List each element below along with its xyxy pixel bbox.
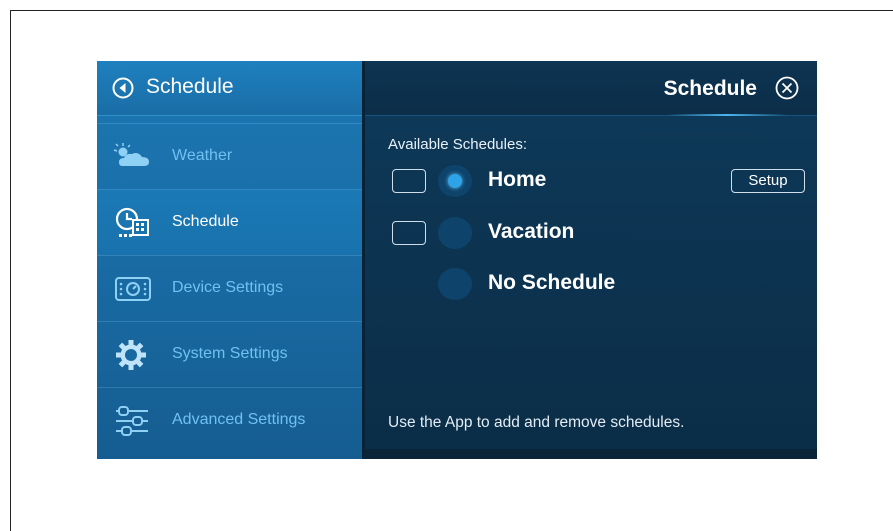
sidebar-header: Schedule [97,61,363,116]
header-glow [667,114,787,116]
bottom-bar [365,449,817,459]
schedule-name: Vacation [488,220,575,243]
sidebar-item-label: System Settings [172,345,288,362]
sidebar-item-system-settings[interactable]: System Settings [97,321,363,387]
device-icon [115,277,151,301]
main-header: Schedule [365,61,817,116]
sidebar-item-weather[interactable]: Weather [97,123,363,189]
close-icon[interactable] [775,76,799,100]
sidebar-item-schedule[interactable]: Schedule [97,189,363,255]
sidebar-item-advanced-settings[interactable]: Advanced Settings [97,387,363,453]
thermostat-screen: Schedule Weather Schedule Device Setting… [97,61,817,459]
page-title: Schedule [663,77,757,100]
sliders-icon [116,406,148,436]
sidebar-item-device-settings[interactable]: Device Settings [97,255,363,321]
sidebar-item-label: Advanced Settings [172,411,306,428]
schedule-name: No Schedule [488,271,616,294]
schedule-clock-icon [115,207,149,237]
setup-button[interactable]: Setup [731,169,805,193]
schedule-radio[interactable] [438,217,472,249]
schedule-radio-selected[interactable] [438,165,472,197]
main-panel: Schedule Available Schedules: Home Setup… [365,61,817,459]
schedule-row-vacation[interactable]: Vacation [392,217,797,249]
sidebar-item-label: Weather [172,147,233,164]
available-schedules-label: Available Schedules: [388,136,527,153]
footer-note: Use the App to add and remove schedules. [388,414,685,431]
sidebar-item-label: Device Settings [172,279,284,296]
schedule-checkbox[interactable] [392,169,426,193]
back-arrow-icon[interactable] [112,77,134,99]
cloud-icon [113,143,149,166]
schedule-row-home[interactable]: Home Setup [392,165,805,197]
sidebar-title: Schedule [146,75,234,98]
sidebar: Schedule Weather Schedule Device Setting… [97,61,363,459]
gear-icon [116,340,146,370]
schedule-name: Home [488,168,547,191]
sidebar-item-label: Schedule [172,213,239,230]
schedule-checkbox[interactable] [392,221,426,245]
schedule-radio[interactable] [438,268,472,300]
schedule-row-no-schedule[interactable]: No Schedule [392,268,797,300]
